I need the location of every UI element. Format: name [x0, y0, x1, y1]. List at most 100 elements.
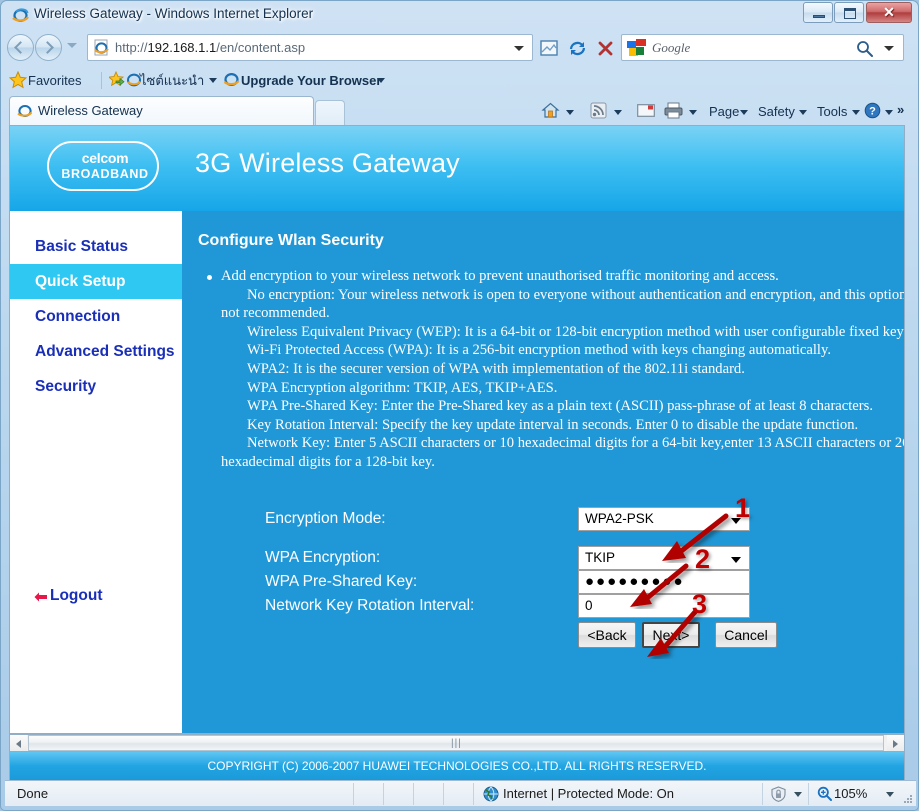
annotation-number-3: 3	[692, 589, 708, 619]
mail-icon[interactable]	[637, 104, 655, 117]
close-button[interactable]: ✕	[866, 2, 912, 23]
home-caret-icon[interactable]	[566, 110, 574, 115]
stop-button[interactable]	[591, 34, 618, 61]
back-button[interactable]: <Back	[578, 622, 636, 648]
maximize-icon	[844, 8, 856, 19]
desc-line-2: No encryption: Your wireless network is …	[221, 286, 904, 322]
scroll-right-button[interactable]	[887, 735, 904, 751]
url-path: /en/content.asp	[216, 40, 306, 55]
annotation-arrow-1	[662, 513, 729, 561]
browser-window: Wireless Gateway - Windows Internet Expl…	[0, 0, 919, 811]
address-bar[interactable]: http://192.168.1.1/en/content.asp	[87, 34, 533, 61]
tools-caret-icon[interactable]	[852, 110, 860, 115]
page-favicon-icon	[94, 39, 109, 56]
zoom-icon[interactable]	[817, 786, 832, 801]
search-dropdown-icon[interactable]	[884, 46, 894, 51]
address-dropdown-icon[interactable]	[514, 46, 524, 51]
pre-shared-key-label: WPA Pre-Shared Key:	[265, 573, 418, 590]
print-icon[interactable]	[664, 102, 683, 119]
web-page: celcom BROADBAND 3G Wireless Gateway Bas…	[10, 126, 904, 733]
desc-line-8: Key Rotation Interval: Specify the key u…	[247, 416, 859, 433]
desc-line-9: Network Key: Enter 5 ASCII characters or…	[221, 435, 904, 470]
svg-text:?: ?	[869, 106, 876, 118]
url-protocol: http://	[115, 40, 148, 55]
help-icon[interactable]: ?	[864, 102, 881, 119]
resize-grip-icon[interactable]	[901, 792, 913, 804]
desc-line-1: Add encryption to your wireless network …	[221, 268, 779, 284]
search-box[interactable]: Google	[621, 34, 904, 61]
upgrade-browser-caret-icon[interactable]	[377, 78, 385, 83]
compatibility-view-button[interactable]	[535, 34, 562, 61]
zoom-level[interactable]: 105%	[834, 786, 867, 801]
search-icon[interactable]	[856, 40, 873, 57]
favorites-separator	[101, 72, 102, 89]
print-caret-icon[interactable]	[689, 110, 697, 115]
suggested-sites-button[interactable]: ไซต์แนะนำ	[140, 70, 204, 91]
description-paragraph: Add encryption to your wireless network …	[221, 267, 904, 472]
new-tab-button[interactable]	[315, 100, 345, 125]
protected-mode-icon[interactable]	[770, 786, 787, 802]
sidebar-item-connection[interactable]: Connection	[10, 299, 182, 334]
feeds-icon[interactable]	[590, 102, 607, 119]
page-menu-button[interactable]: Page	[709, 100, 739, 123]
tab-wireless-gateway[interactable]: Wireless Gateway	[9, 96, 314, 125]
page-title: Configure Wlan Security	[198, 232, 384, 249]
banner-title: 3G Wireless Gateway	[195, 148, 460, 178]
back-button[interactable]	[7, 34, 34, 61]
tab-label: Wireless Gateway	[38, 103, 143, 118]
copyright-footer: COPYRIGHT (C) 2006-2007 HUAWEI TECHNOLOG…	[9, 752, 905, 780]
sidebar-item-security[interactable]: Security	[10, 369, 182, 404]
annotation-number-2: 2	[695, 544, 711, 574]
horizontal-scrollbar[interactable]: |||	[9, 734, 905, 752]
tab-favicon-icon	[17, 105, 33, 117]
address-url: http://192.168.1.1/en/content.asp	[115, 40, 305, 55]
command-bar-overflow-button[interactable]: »	[897, 102, 904, 117]
logout-arrow-icon[interactable]	[34, 592, 48, 606]
desc-line-5: WPA2: It is the securer version of WPA w…	[247, 360, 745, 377]
page-caret-icon[interactable]	[740, 110, 748, 115]
home-icon[interactable]	[541, 101, 560, 120]
sidebar-item-quick-setup[interactable]: Quick Setup	[10, 264, 182, 299]
sidebar-item-basic-status[interactable]: Basic Status	[10, 229, 182, 264]
title-bar: Wireless Gateway - Windows Internet Expl…	[1, 1, 918, 30]
minimize-button[interactable]	[803, 2, 833, 23]
tools-menu-button[interactable]: Tools	[817, 100, 847, 123]
desc-line-4: Wi-Fi Protected Access (WPA): It is a 25…	[247, 342, 831, 359]
refresh-button[interactable]	[563, 34, 590, 61]
logout-button[interactable]: Logout	[50, 587, 103, 605]
minimize-icon	[813, 15, 825, 18]
desc-line-3: Wireless Equivalent Privacy (WEP): It is…	[247, 323, 904, 340]
window-title: Wireless Gateway - Windows Internet Expl…	[34, 6, 314, 21]
favorites-bar: Favorites ไซต์แนะนำ Upgrade Your Browser	[1, 66, 912, 94]
favorites-star-icon[interactable]	[9, 71, 27, 89]
recent-pages-caret-icon[interactable]	[67, 43, 77, 48]
safety-menu-button[interactable]: Safety	[758, 100, 795, 123]
scroll-left-button[interactable]	[10, 735, 27, 751]
logo-line-1: celcom	[81, 150, 129, 166]
cancel-button[interactable]: Cancel	[715, 622, 777, 648]
favorites-button[interactable]: Favorites	[28, 70, 81, 91]
protected-mode-caret-icon[interactable]	[794, 792, 802, 797]
feeds-caret-icon[interactable]	[614, 110, 622, 115]
desc-line-7: WPA Pre-Shared Key: Enter the Pre-Shared…	[247, 398, 873, 415]
tab-bar: Wireless Gateway Page Safety Tools ? »	[1, 94, 912, 125]
celcom-broadband-logo: celcom BROADBAND	[47, 141, 159, 191]
scrollbar-grip-icon: |||	[451, 738, 462, 749]
scrollbar-thumb[interactable]: |||	[28, 735, 884, 751]
upgrade-browser-button[interactable]: Upgrade Your Browser	[241, 70, 381, 91]
content-panel: Configure Wlan Security Add encryption t…	[182, 211, 904, 733]
suggested-sites-caret-icon[interactable]	[209, 78, 217, 83]
navigation-bar: http://192.168.1.1/en/content.asp Google	[1, 30, 912, 66]
help-caret-icon[interactable]	[885, 110, 893, 115]
sidebar-item-advanced-settings[interactable]: Advanced Settings	[10, 334, 182, 369]
internet-zone-icon	[483, 786, 499, 802]
close-icon: ✕	[883, 4, 895, 20]
safety-caret-icon[interactable]	[799, 110, 807, 115]
zoom-caret-icon[interactable]	[886, 792, 894, 797]
url-host: 192.168.1.1	[147, 40, 217, 55]
annotation-number-1: 1	[735, 493, 751, 523]
forward-button[interactable]	[35, 34, 62, 61]
maximize-button[interactable]	[834, 2, 864, 23]
desc-line-6: WPA Encryption algorithm: TKIP, AES, TKI…	[247, 379, 558, 396]
wpa-encryption-label: WPA Encryption:	[265, 549, 381, 566]
